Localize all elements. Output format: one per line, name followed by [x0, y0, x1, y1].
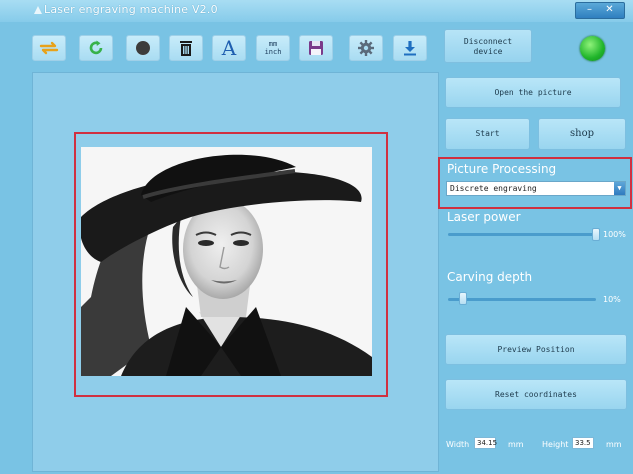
- disconnect-device-button[interactable]: Disconnect device: [444, 29, 532, 63]
- laser-power-label: Laser power: [447, 210, 521, 224]
- width-label: Width: [446, 440, 470, 449]
- height-label: Height: [542, 440, 569, 449]
- carving-depth-slider-handle[interactable]: [458, 292, 467, 305]
- loaded-picture[interactable]: [81, 147, 372, 376]
- unit-icon: mm inch: [264, 40, 282, 56]
- chevron-down-icon[interactable]: ▼: [614, 182, 625, 195]
- height-unit-label: mm: [606, 440, 622, 449]
- reset-coordinates-button[interactable]: Reset coordinates: [445, 379, 627, 410]
- tool-unit-button[interactable]: mm inch: [256, 35, 290, 61]
- app-window: Laser engraving machine V2.0 – ✕ A mm in…: [0, 0, 633, 474]
- carving-depth-value: 10%: [603, 295, 621, 304]
- height-input[interactable]: 33.5: [572, 437, 594, 449]
- title-bar: Laser engraving machine V2.0 – ✕: [0, 0, 633, 22]
- shop-button[interactable]: shop: [538, 118, 626, 150]
- laser-power-value: 100%: [603, 230, 626, 239]
- invert-icon: [136, 41, 150, 55]
- text-icon: A: [221, 36, 237, 60]
- settings-icon: [358, 40, 374, 56]
- tool-save-button[interactable]: [299, 35, 333, 61]
- carving-depth-label: Carving depth: [447, 270, 533, 284]
- open-picture-button[interactable]: Open the picture: [445, 77, 621, 108]
- save-icon: [309, 41, 323, 55]
- laser-power-slider-handle[interactable]: [592, 228, 600, 241]
- carving-depth-slider[interactable]: [448, 298, 596, 301]
- tool-settings-button[interactable]: [349, 35, 383, 61]
- width-input[interactable]: 34.15: [474, 437, 497, 449]
- tool-text-button[interactable]: A: [212, 35, 246, 61]
- tool-refresh-button[interactable]: [79, 35, 113, 61]
- delete-icon: [180, 41, 192, 56]
- tool-delete-button[interactable]: [169, 35, 203, 61]
- preview-position-button[interactable]: Preview Position: [445, 334, 627, 365]
- tool-download-button[interactable]: [393, 35, 427, 61]
- start-button[interactable]: Start: [445, 118, 530, 150]
- window-controls: – ✕: [575, 2, 625, 19]
- app-icon: [34, 6, 42, 14]
- close-button[interactable]: ✕: [602, 3, 617, 18]
- processing-mode-select[interactable]: Discrete engraving ▼: [446, 181, 626, 196]
- picture-processing-label: Picture Processing: [447, 162, 557, 176]
- download-icon: [404, 41, 416, 56]
- width-unit-label: mm: [508, 440, 524, 449]
- tool-invert-button[interactable]: [126, 35, 160, 61]
- window-title: Laser engraving machine V2.0: [44, 3, 218, 16]
- swap-icon: [39, 41, 59, 55]
- minimize-button[interactable]: –: [582, 3, 597, 18]
- processing-mode-value: Discrete engraving: [450, 184, 537, 193]
- tool-swap-button[interactable]: [32, 35, 66, 61]
- laser-power-slider[interactable]: [448, 233, 596, 236]
- refresh-icon: [89, 40, 103, 55]
- connection-status-indicator: [580, 36, 605, 61]
- portrait-image: [81, 147, 372, 376]
